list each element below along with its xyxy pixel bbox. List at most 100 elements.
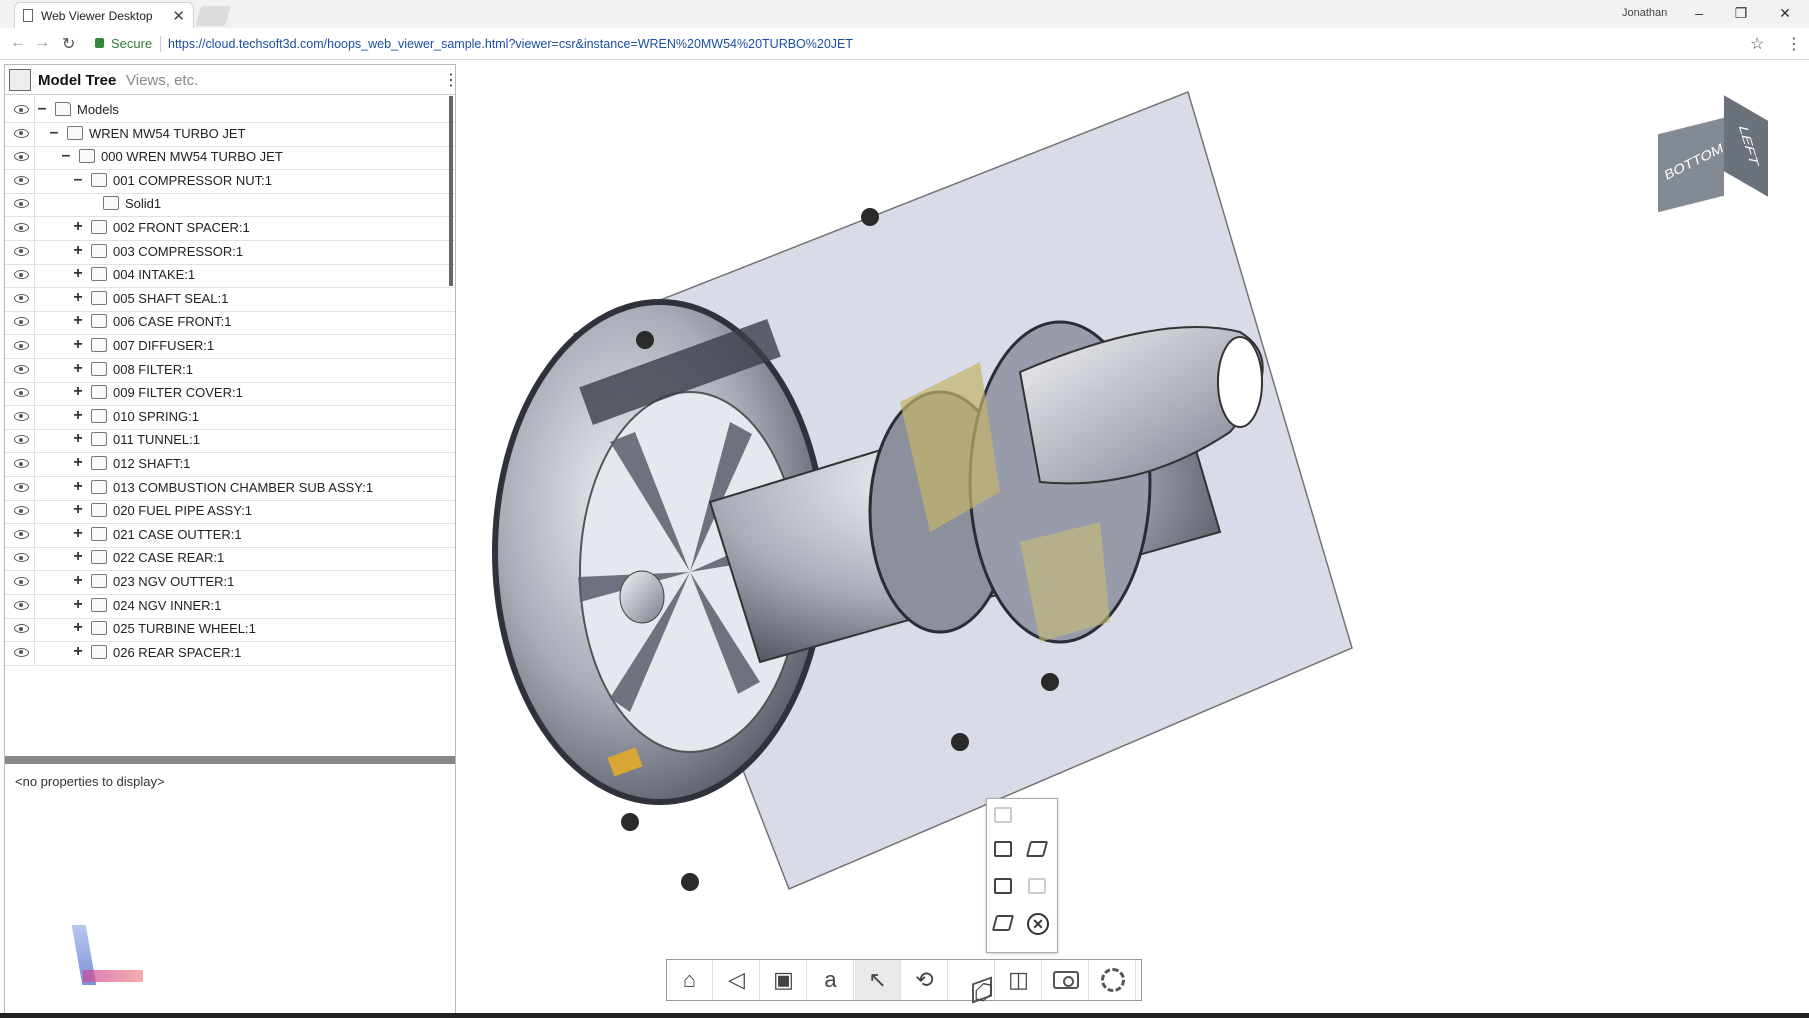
expand-icon[interactable]: + xyxy=(71,478,85,496)
collapse-icon[interactable]: – xyxy=(47,124,61,142)
browser-titlebar: Web Viewer Desktop ✕ Jonathan – ❐ ✕ xyxy=(0,0,1809,28)
eye-icon xyxy=(14,293,29,303)
cutting-section-toggle-icon[interactable] xyxy=(991,803,1017,829)
tree-node-label[interactable]: 020 FUEL PIPE ASSY:1 xyxy=(113,503,252,518)
tree-node-label[interactable]: 024 NGV INNER:1 xyxy=(113,598,221,613)
expand-icon[interactable]: + xyxy=(71,360,85,378)
cutting-plane-y-icon[interactable] xyxy=(1025,837,1051,863)
bookmark-star-icon[interactable]: ☆ xyxy=(1750,34,1764,54)
expand-icon[interactable]: + xyxy=(71,289,85,307)
assembly-icon xyxy=(91,456,107,470)
tree-node-label[interactable]: WREN MW54 TURBO JET xyxy=(89,126,246,141)
view-cube-left-face[interactable]: LEFT xyxy=(1724,95,1768,197)
expand-icon[interactable]: + xyxy=(71,407,85,425)
camera-menu-button[interactable]: ◁ xyxy=(714,960,760,1000)
visibility-eye-icon[interactable] xyxy=(7,638,35,666)
explode-button[interactable]: ⬡ xyxy=(949,960,995,1008)
home-button[interactable]: ⌂ xyxy=(667,960,713,1000)
tree-node-label[interactable]: 009 FILTER COVER:1 xyxy=(113,385,243,400)
expand-icon[interactable]: + xyxy=(71,619,85,637)
model-tree-icon[interactable] xyxy=(9,69,31,91)
tree-node-label[interactable]: 000 WREN MW54 TURBO JET xyxy=(101,149,283,164)
expand-icon[interactable]: + xyxy=(71,501,85,519)
new-tab-button[interactable] xyxy=(195,6,231,26)
tree-node-label[interactable]: 008 FILTER:1 xyxy=(113,362,193,377)
eye-icon xyxy=(14,199,29,209)
tree-node-label[interactable]: 006 CASE FRONT:1 xyxy=(113,314,232,329)
axis-triad-horizontal xyxy=(83,970,143,982)
expand-icon[interactable]: + xyxy=(71,548,85,566)
tree-node-label[interactable]: 022 CASE REAR:1 xyxy=(113,550,224,565)
settings-button[interactable] xyxy=(1090,960,1136,1000)
assembly-icon xyxy=(91,526,107,541)
back-button[interactable]: ← xyxy=(10,34,26,52)
tree-node-label[interactable]: 013 COMBUSTION CHAMBER SUB ASSY:1 xyxy=(113,480,373,495)
collapse-icon[interactable]: – xyxy=(59,147,73,165)
cutting-plane-x-icon[interactable] xyxy=(991,837,1017,863)
cutting-plane-close-icon[interactable]: ✕ xyxy=(1025,911,1051,937)
expand-icon[interactable]: + xyxy=(71,383,85,401)
expand-icon[interactable]: + xyxy=(71,596,85,614)
minimize-button[interactable]: – xyxy=(1679,2,1719,24)
solid-icon xyxy=(103,196,119,211)
expand-icon[interactable]: + xyxy=(71,218,85,236)
model-render[interactable] xyxy=(460,62,1809,1018)
expand-icon[interactable]: + xyxy=(71,572,85,590)
draw-mode-button[interactable]: ▣ xyxy=(761,960,807,1000)
reload-button[interactable]: ↻ xyxy=(62,34,75,54)
tree-node-label[interactable]: Models xyxy=(77,102,119,117)
snapshot-button[interactable] xyxy=(1043,960,1089,1000)
panel-menu-icon[interactable]: ⋮ xyxy=(443,70,459,90)
collapse-icon[interactable]: – xyxy=(71,171,85,189)
browser-menu-icon[interactable]: ⋮ xyxy=(1786,34,1802,54)
orbit-button[interactable]: ⟲ xyxy=(902,960,948,1000)
note-tool-button[interactable]: a xyxy=(808,960,854,1000)
assembly-icon xyxy=(91,408,107,423)
eye-icon xyxy=(14,411,29,421)
cutting-plane-visibility-icon[interactable] xyxy=(991,911,1017,937)
tree-node-label[interactable]: 025 TURBINE WHEEL:1 xyxy=(113,621,256,636)
tree-node-label[interactable]: 005 SHAFT SEAL:1 xyxy=(113,291,228,306)
tab-views[interactable]: Views, etc. xyxy=(126,72,198,89)
tree-node-label[interactable]: 012 SHAFT:1 xyxy=(113,456,190,471)
user-name[interactable]: Jonathan xyxy=(1622,7,1667,19)
tree-node-label[interactable]: 003 COMPRESSOR:1 xyxy=(113,244,243,259)
close-window-button[interactable]: ✕ xyxy=(1765,2,1805,24)
tree-node-label[interactable]: 021 CASE OUTTER:1 xyxy=(113,527,242,542)
browser-tab[interactable]: Web Viewer Desktop ✕ xyxy=(14,2,194,28)
tree-node-label[interactable]: 002 FRONT SPACER:1 xyxy=(113,220,250,235)
tab-close-icon[interactable]: ✕ xyxy=(172,7,185,25)
tree-node-label[interactable]: 004 INTAKE:1 xyxy=(113,267,195,282)
cutting-plane-face-icon[interactable] xyxy=(1025,874,1051,900)
tree-node-label[interactable]: 011 TUNNEL:1 xyxy=(113,432,200,447)
expand-icon[interactable]: + xyxy=(71,525,85,543)
url-field[interactable]: https://cloud.techsoft3d.com/hoops_web_v… xyxy=(168,37,853,51)
expand-icon[interactable]: + xyxy=(71,430,85,448)
view-cube[interactable]: BOTTOM LEFT xyxy=(1658,95,1768,213)
panel-splitter[interactable] xyxy=(5,756,455,764)
tree-node-label[interactable]: 026 REAR SPACER:1 xyxy=(113,645,241,660)
tab-model-tree[interactable]: Model Tree xyxy=(38,72,116,89)
restore-button[interactable]: ❐ xyxy=(1721,2,1761,24)
expand-icon[interactable]: + xyxy=(71,265,85,283)
3d-viewport[interactable] xyxy=(460,62,1809,1018)
expand-icon[interactable]: + xyxy=(71,336,85,354)
tree-node-label[interactable]: Solid1 xyxy=(125,196,161,211)
expand-icon[interactable]: + xyxy=(71,643,85,661)
tree-node-label[interactable]: 010 SPRING:1 xyxy=(113,409,199,424)
cutting-plane-button[interactable]: ◫ xyxy=(996,960,1042,1000)
tree-node-label[interactable]: 001 COMPRESSOR NUT:1 xyxy=(113,173,272,188)
select-button[interactable]: ↖ xyxy=(855,960,901,1000)
assembly-icon xyxy=(91,172,107,187)
tree-node-label[interactable]: 007 DIFFUSER:1 xyxy=(113,338,214,353)
expand-icon[interactable]: + xyxy=(71,312,85,330)
tree-row[interactable]: +026 REAR SPACER:1 xyxy=(5,638,455,666)
expand-icon[interactable]: + xyxy=(71,454,85,472)
expand-icon[interactable]: + xyxy=(71,242,85,260)
forward-button[interactable]: → xyxy=(34,34,50,52)
collapse-icon[interactable]: – xyxy=(35,100,49,118)
tree-node-label[interactable]: 023 NGV OUTTER:1 xyxy=(113,574,234,589)
tree-scrollbar[interactable] xyxy=(449,96,453,286)
view-cube-bottom-face[interactable]: BOTTOM xyxy=(1658,117,1725,213)
cutting-plane-z-icon[interactable] xyxy=(991,874,1017,900)
